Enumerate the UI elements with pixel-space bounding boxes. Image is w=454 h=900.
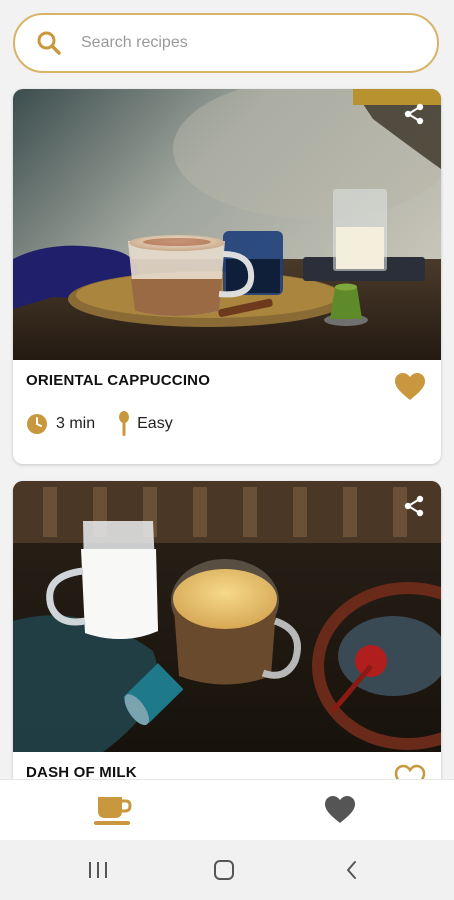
search-input[interactable] bbox=[79, 33, 403, 53]
recent-apps-icon bbox=[89, 862, 107, 878]
back-icon bbox=[347, 861, 356, 879]
search-bar[interactable] bbox=[13, 13, 439, 73]
recent-apps-button[interactable] bbox=[82, 854, 114, 886]
recipe-card[interactable]: ORIENTAL CAPPUCCINO 3 min Easy bbox=[13, 89, 441, 464]
spoon-icon bbox=[119, 411, 130, 436]
home-button[interactable] bbox=[208, 854, 240, 886]
clock-icon bbox=[27, 414, 47, 434]
share-button[interactable] bbox=[401, 101, 427, 127]
back-button[interactable] bbox=[336, 854, 368, 886]
tab-favorites[interactable] bbox=[318, 790, 362, 830]
system-navigation-bar bbox=[0, 840, 454, 900]
home-icon bbox=[214, 860, 234, 880]
recipe-photo bbox=[13, 481, 441, 752]
bottom-nav bbox=[0, 779, 454, 841]
recipe-title: ORIENTAL CAPPUCCINO bbox=[26, 372, 211, 389]
recipe-photo bbox=[13, 89, 441, 360]
share-button[interactable] bbox=[401, 493, 427, 519]
heart-icon bbox=[395, 373, 425, 400]
favorite-button[interactable] bbox=[393, 370, 427, 404]
recipe-difficulty: Easy bbox=[137, 415, 173, 432]
recipe-time: 3 min bbox=[56, 415, 96, 432]
coffee-cup-icon bbox=[94, 797, 132, 825]
tab-recipes[interactable] bbox=[91, 790, 135, 830]
recipe-meta: 3 min Easy bbox=[26, 411, 173, 437]
share-icon bbox=[404, 103, 424, 125]
heart-icon bbox=[325, 796, 355, 823]
recipe-card[interactable]: DASH OF MILK bbox=[13, 481, 441, 801]
search-icon bbox=[35, 29, 63, 57]
share-icon bbox=[404, 495, 424, 517]
